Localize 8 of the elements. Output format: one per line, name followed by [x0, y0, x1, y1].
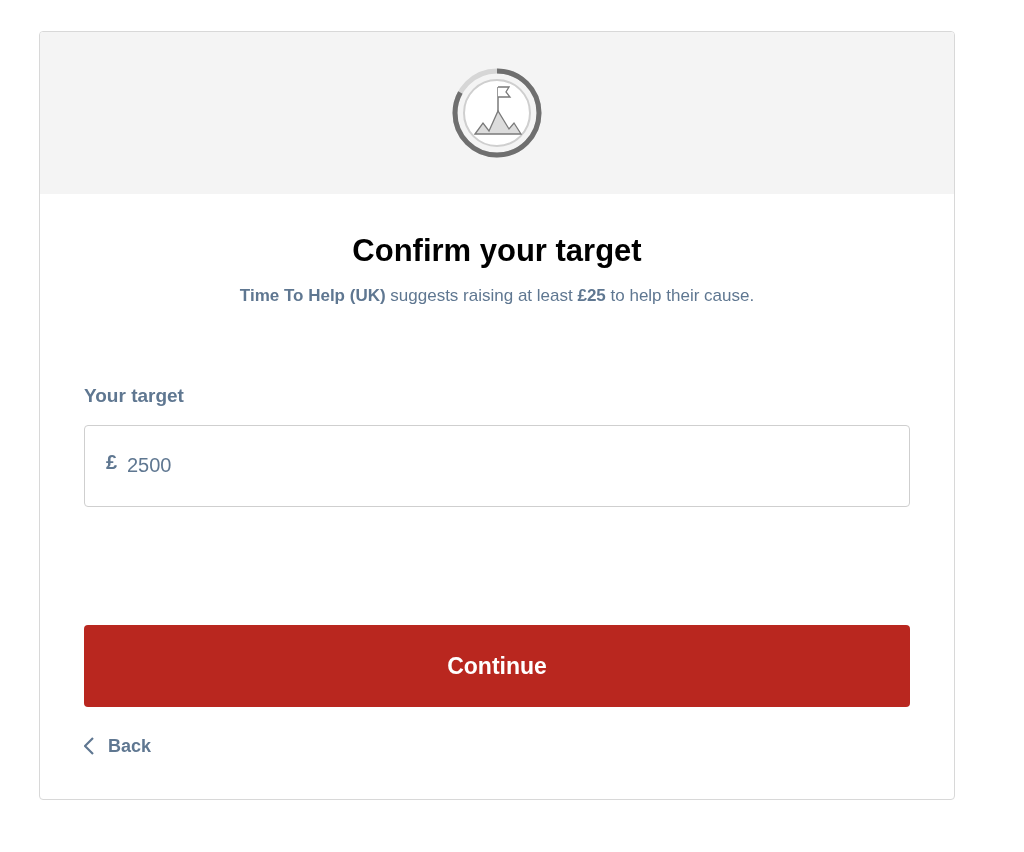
chevron-left-icon	[84, 737, 94, 756]
progress-flag-icon	[451, 67, 543, 159]
back-link[interactable]: Back	[84, 732, 152, 760]
suggestion-text: Time To Help (UK) suggests raising at least £25 to help their cause.	[238, 284, 756, 307]
field-label: Your target	[84, 384, 184, 409]
form-title: Confirm your target	[351, 232, 643, 270]
continue-button[interactable]: Continue	[84, 624, 910, 707]
currency-symbol: £	[106, 451, 118, 472]
